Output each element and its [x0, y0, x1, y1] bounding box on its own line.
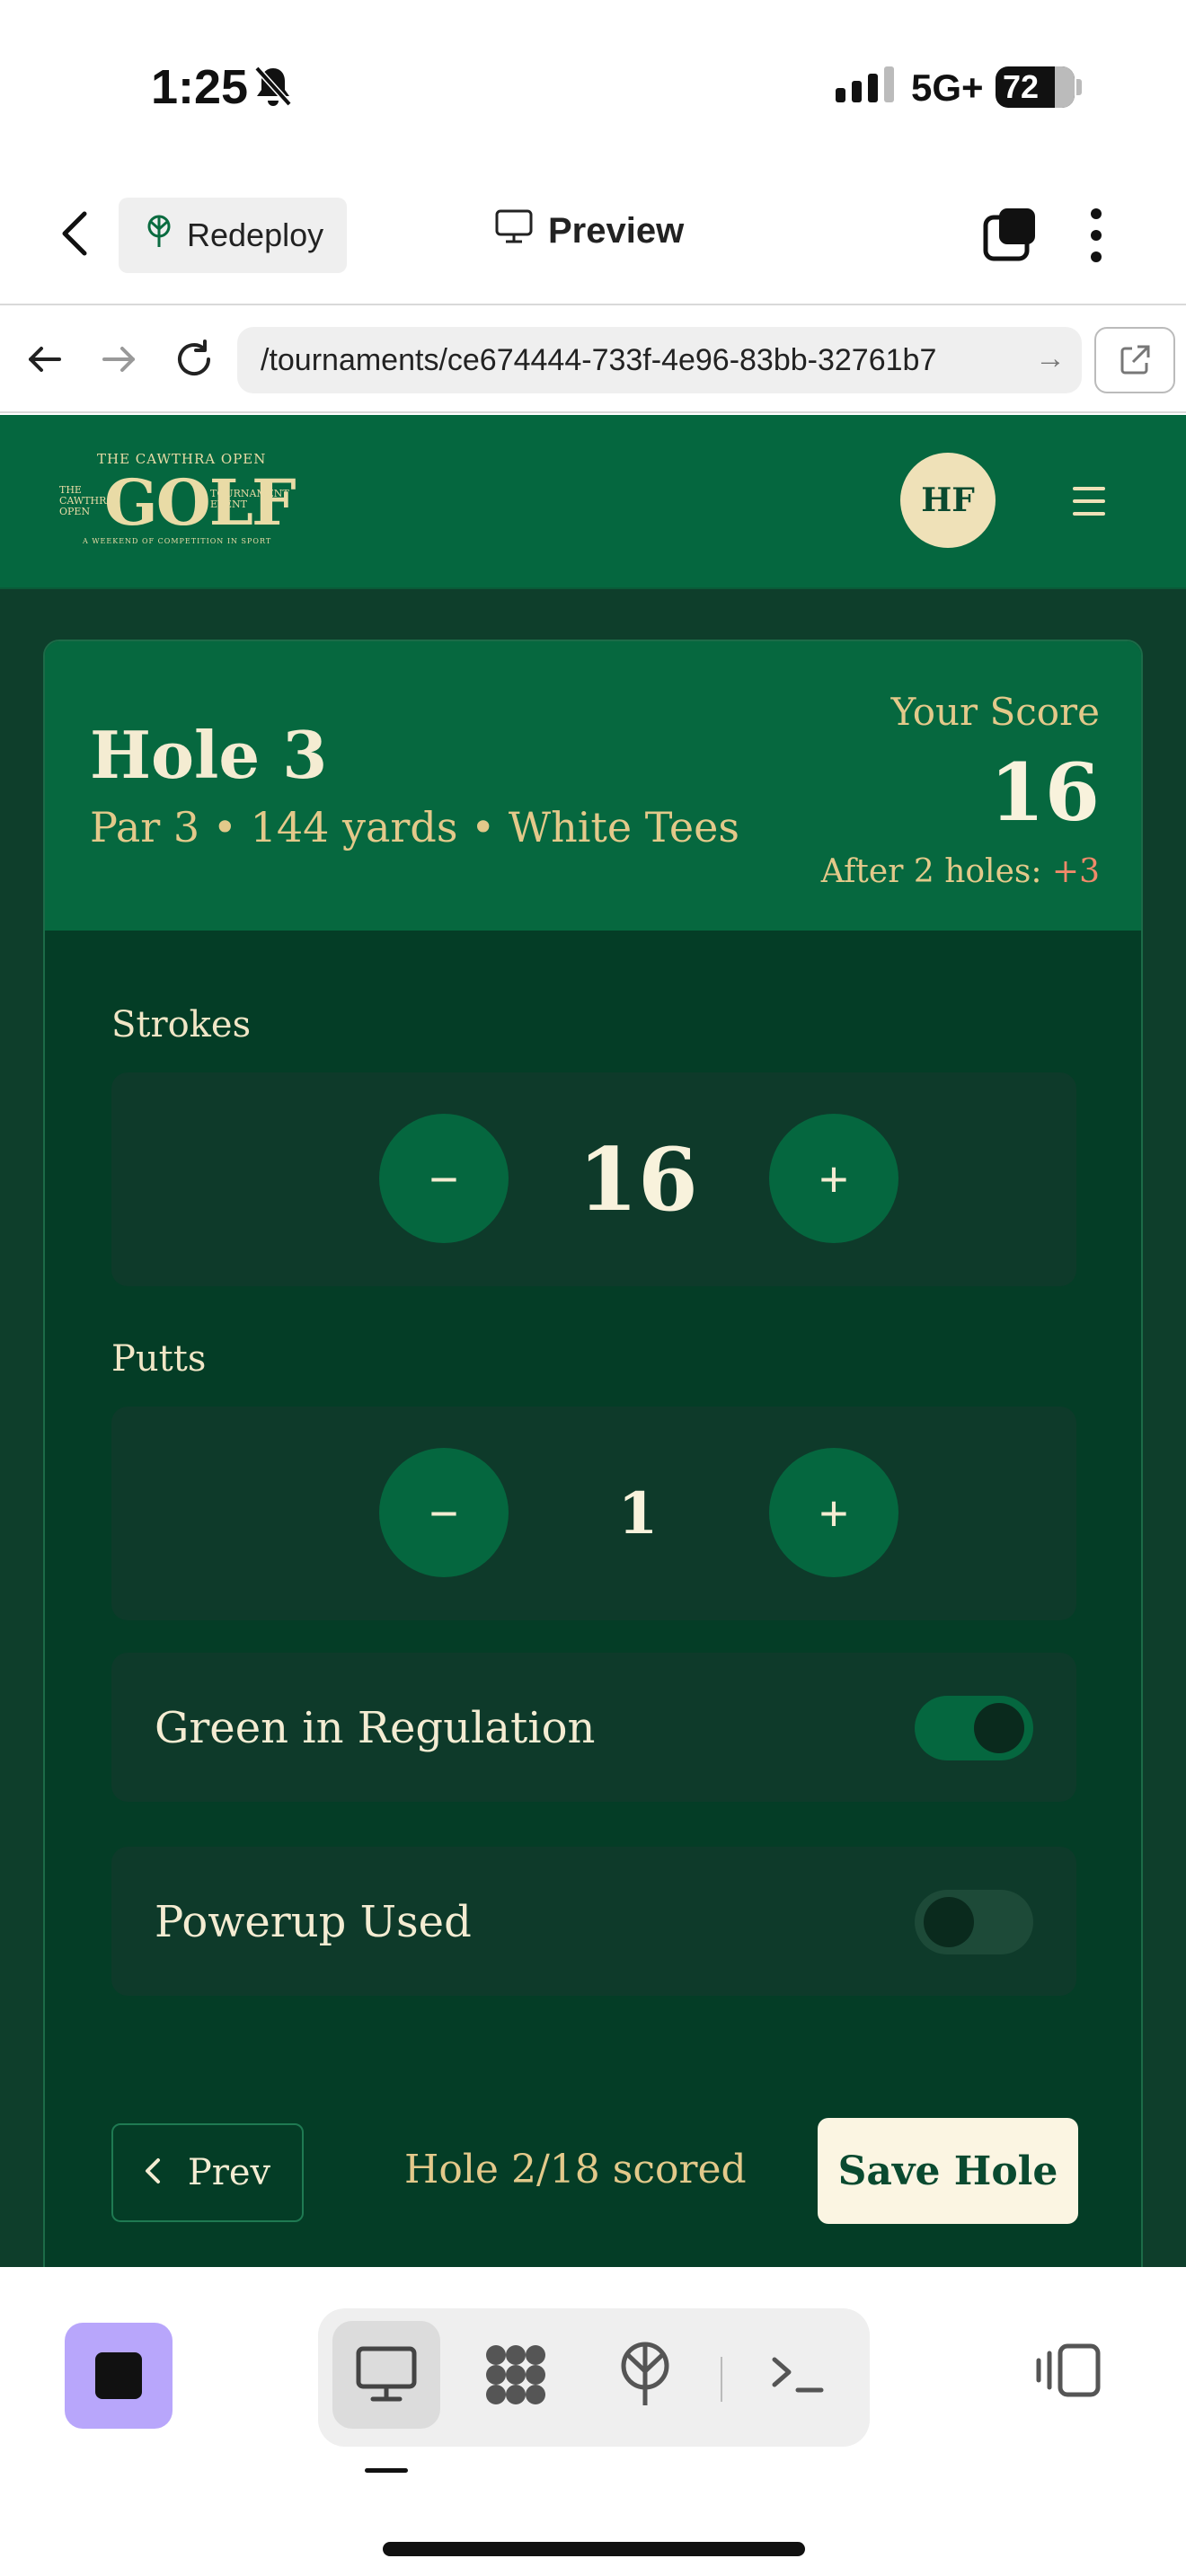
site-header: THE CAWTHRA OPEN THE CAWTHRA OPEN GOLF T…	[0, 415, 1186, 589]
status-bar: 1:25 5G+ 72	[0, 0, 1186, 171]
powerup-label: Powerup Used	[155, 1897, 472, 1947]
site-viewport: THE CAWTHRA OPEN THE CAWTHRA OPEN GOLF T…	[0, 415, 1186, 2283]
stop-icon	[95, 2352, 142, 2399]
tabs-icon[interactable]	[983, 207, 1039, 267]
chevron-left-icon	[145, 2152, 161, 2193]
tree-icon	[144, 215, 174, 257]
url-bar: /tournaments/ce674444-733f-4e96-83bb-327…	[0, 307, 1186, 413]
hole-header: Hole 3 Par 3 • 144 yards • White Tees Yo…	[45, 641, 1141, 931]
score-after-holes: After 2 holes: +3	[820, 853, 1100, 890]
preview-title: Preview	[494, 208, 684, 253]
home-indicator[interactable]	[383, 2542, 805, 2556]
strokes-decrement-button[interactable]: −	[379, 1114, 509, 1243]
prev-label: Prev	[187, 2152, 271, 2193]
tournament-logo[interactable]: THE CAWTHRA OPEN THE CAWTHRA OPEN GOLF T…	[59, 446, 296, 559]
reload-icon[interactable]	[173, 338, 216, 385]
redeploy-button[interactable]: Redeploy	[119, 198, 347, 273]
powerup-toggle[interactable]	[915, 1890, 1033, 1954]
putts-increment-button[interactable]: +	[769, 1448, 898, 1577]
hole-score-card: Hole 3 Par 3 • 144 yards • White Tees Yo…	[43, 640, 1143, 2283]
more-options-icon[interactable]	[1091, 208, 1102, 262]
gir-toggle[interactable]	[915, 1696, 1033, 1760]
deploy-tree-icon[interactable]	[591, 2321, 699, 2429]
putts-label: Putts	[111, 1338, 207, 1380]
gir-toggle-row: Green in Regulation	[111, 1653, 1076, 1802]
your-score-label: Your Score	[890, 690, 1100, 734]
putts-decrement-button[interactable]: −	[379, 1448, 509, 1577]
powerup-toggle-row: Powerup Used	[111, 1847, 1076, 1996]
bottom-toolbar	[0, 2267, 1186, 2576]
app-header: Redeploy Preview	[0, 171, 1186, 305]
nav-forward-icon[interactable]	[99, 340, 138, 384]
nav-back-icon[interactable]	[25, 340, 65, 384]
holes-scored-progress: Hole 2/18 scored	[404, 2147, 747, 2192]
terminal-icon[interactable]	[744, 2321, 852, 2429]
preview-label: Preview	[548, 210, 685, 251]
strokes-increment-button[interactable]: +	[769, 1114, 898, 1243]
monitor-icon	[494, 208, 534, 253]
gir-label: Green in Regulation	[155, 1703, 596, 1753]
network-type: 5G+	[911, 66, 984, 109]
battery-icon: 72	[996, 66, 1075, 108]
components-grid-icon[interactable]	[462, 2321, 570, 2429]
view-switcher	[318, 2308, 870, 2447]
open-external-icon[interactable]	[1094, 327, 1175, 393]
desktop-view-icon[interactable]	[332, 2321, 440, 2429]
menu-icon[interactable]	[1073, 487, 1105, 516]
your-score-value: 16	[989, 745, 1100, 839]
putts-stepper: − 1 +	[111, 1407, 1076, 1620]
strokes-stepper: − 16 +	[111, 1072, 1076, 1286]
strokes-label: Strokes	[111, 1004, 252, 1045]
active-tab-indicator	[365, 2468, 408, 2473]
redeploy-label: Redeploy	[187, 216, 324, 253]
status-time: 1:25	[151, 60, 249, 114]
avatar[interactable]: HF	[900, 453, 996, 548]
signal-icon	[836, 66, 894, 102]
sidebar-toggle-icon[interactable]	[1033, 2342, 1102, 2403]
strokes-value: 16	[578, 1128, 698, 1231]
bell-muted-icon	[253, 65, 293, 112]
score-delta: +3	[1051, 853, 1100, 890]
hole-title: Hole 3	[90, 717, 328, 793]
prev-hole-button[interactable]: Prev	[111, 2123, 304, 2222]
battery-level: 72	[1003, 68, 1040, 105]
stop-button[interactable]	[65, 2323, 173, 2429]
url-text: /tournaments/ce674444-733f-4e96-83bb-327…	[261, 342, 937, 377]
url-input[interactable]: /tournaments/ce674444-733f-4e96-83bb-327…	[237, 327, 1082, 393]
putts-value: 1	[617, 1479, 659, 1548]
back-icon[interactable]	[59, 208, 90, 263]
go-arrow-icon[interactable]: →	[1035, 341, 1066, 376]
hole-details: Par 3 • 144 yards • White Tees	[90, 803, 739, 851]
save-hole-button[interactable]: Save Hole	[818, 2118, 1078, 2224]
